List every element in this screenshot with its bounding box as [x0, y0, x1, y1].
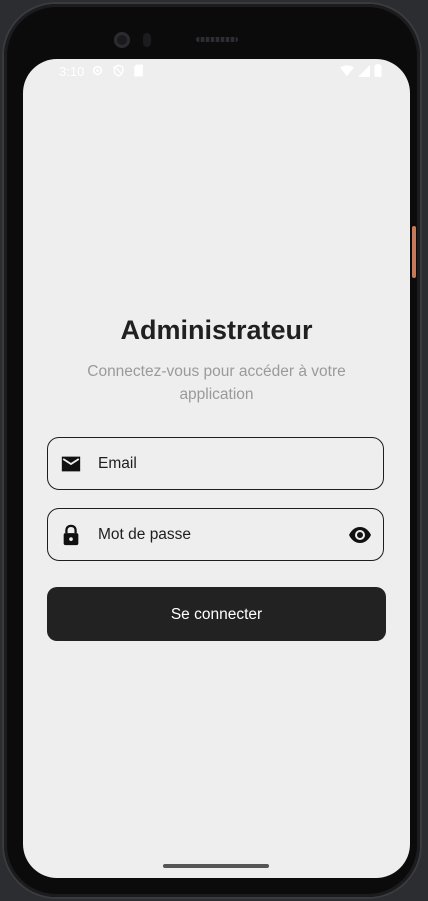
email-field[interactable]	[47, 437, 384, 490]
eye-icon[interactable]	[348, 523, 372, 547]
home-indicator[interactable]	[163, 864, 269, 868]
page-title: Administrateur	[120, 315, 313, 345]
login-form: Administrateur Connectez-vous pour accéd…	[23, 59, 410, 878]
login-button[interactable]: Se connecter	[47, 587, 386, 641]
screen: 3:10 Administrateur Connectez-vous pour …	[23, 59, 410, 878]
mail-icon	[61, 456, 81, 472]
power-button	[412, 226, 416, 278]
front-camera	[114, 32, 130, 48]
phone-frame: 3:10 Administrateur Connectez-vous pour …	[4, 4, 420, 897]
proximity-sensor	[143, 33, 151, 47]
page-subtitle: Connectez-vous pour accéder à votre appl…	[87, 363, 346, 403]
earpiece-speaker	[196, 37, 238, 42]
lock-icon	[63, 524, 79, 546]
password-field[interactable]	[47, 508, 384, 561]
password-input[interactable]	[98, 509, 338, 560]
email-input[interactable]	[98, 438, 338, 489]
